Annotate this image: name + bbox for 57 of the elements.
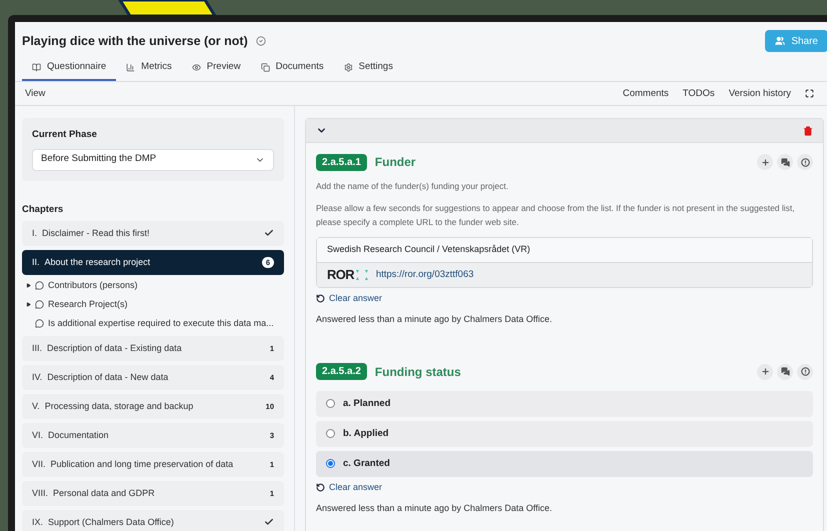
ror-link[interactable]: https://ror.org/03zttf063	[376, 268, 474, 282]
chapter-item[interactable]: IX. Support (Chalmers Data Office)	[22, 510, 284, 531]
answer-option[interactable]: b. Applied	[316, 420, 813, 447]
question-number-badge: 2.a.5.a.2	[316, 363, 367, 380]
answer-option[interactable]: c. Granted	[316, 450, 813, 477]
answered-note: Answered less than a minute ago by Chalmers Data Office.	[316, 502, 553, 516]
caret-icon	[26, 282, 31, 288]
exclamation-icon[interactable]	[797, 364, 813, 380]
chapter-item[interactable]: I. Disclaimer - Read this first!	[22, 220, 284, 246]
chapter-subitem[interactable]: Is additional expertise required to execute this data ma...	[26, 314, 284, 332]
question-title: Funder	[374, 154, 416, 172]
undo-icon	[316, 483, 325, 492]
chapter-subitem[interactable]: Research Project(s)	[26, 296, 284, 313]
comments-icon[interactable]	[777, 154, 793, 170]
eye-icon	[192, 62, 201, 72]
copy-icon	[260, 62, 270, 72]
toolbar-button[interactable]: Version history	[728, 86, 791, 101]
toolbar-button[interactable]: TODOs	[682, 86, 715, 101]
radio-button[interactable]	[326, 399, 335, 408]
add-icon[interactable]	[757, 154, 773, 170]
fullscreen-icon	[805, 89, 814, 98]
settings-icon	[344, 62, 353, 72]
check-icon	[264, 517, 274, 528]
check-icon	[264, 228, 274, 238]
exclamation-icon[interactable]	[797, 154, 813, 170]
toolbar-button[interactable]: Comments	[622, 86, 669, 101]
window-title: Playing dice with the universe (or not)	[22, 32, 248, 50]
clear-answer-link[interactable]: Clear answer	[316, 292, 382, 306]
tab[interactable]: Documents	[250, 58, 334, 82]
radio-button[interactable]	[326, 459, 335, 468]
answered-note: Answered less than a minute ago by Chalmers Data Office.	[316, 313, 553, 326]
question-number-badge: 2.a.5.a.1	[316, 154, 367, 171]
add-icon[interactable]	[757, 364, 773, 380]
question-title: Funding status	[374, 364, 461, 381]
clear-answer-link[interactable]: Clear answer	[316, 480, 382, 494]
tab[interactable]: Questionnaire	[22, 58, 116, 82]
caret-icon	[26, 302, 31, 307]
tab[interactable]: Preview	[182, 58, 251, 82]
undo-icon	[316, 294, 325, 303]
users-icon	[775, 36, 786, 46]
chapter-subitem[interactable]: Contributors (persons)	[26, 276, 284, 294]
question-description: Add the name of the funder(s) funding your project.	[316, 180, 510, 194]
delete-icon	[803, 126, 813, 136]
book-icon	[32, 62, 41, 72]
phase-dropdown[interactable]: Before Submitting the DMP	[32, 148, 274, 170]
tab[interactable]: Metrics	[116, 58, 182, 82]
bar-chart-icon	[126, 62, 136, 72]
phase-label: Current Phase	[32, 128, 98, 142]
view-menu[interactable]: View	[25, 86, 46, 101]
tab[interactable]: Settings	[334, 58, 403, 82]
answer-option[interactable]: a. Planned	[316, 390, 813, 417]
ror-logo: ROR	[327, 266, 368, 283]
question-description: Please allow a few seconds for suggestions to appear and choose from the list. If the funder is not present in the suggested list, please specify a complete URL to the funder web site.	[316, 202, 796, 230]
radio-button[interactable]	[326, 429, 335, 438]
comments-icon[interactable]	[777, 364, 793, 380]
chapters-heading: Chapters	[22, 202, 64, 216]
check-circle-icon	[256, 36, 266, 46]
